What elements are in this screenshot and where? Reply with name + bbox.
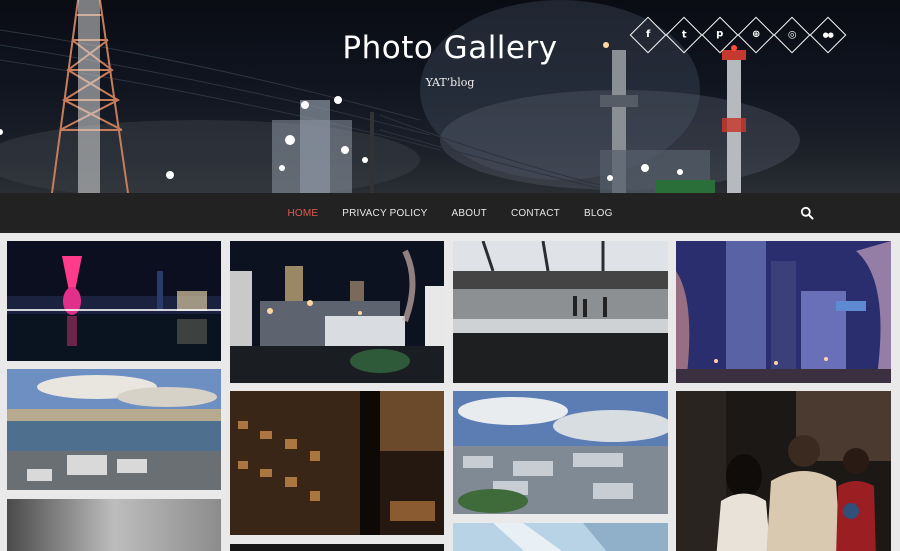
nav-item-blog[interactable]: BLOG — [572, 208, 625, 219]
photo-night-bay-skyline[interactable] — [7, 241, 221, 361]
photo-people-night-street[interactable] — [676, 391, 891, 551]
main-navigation: HOME PRIVACY POLICY ABOUT CONTACT BLOG — [0, 193, 900, 233]
nav-menu: HOME PRIVACY POLICY ABOUT CONTACT BLOG — [0, 193, 900, 233]
photo-city-street-night-lights[interactable] — [676, 241, 891, 383]
twitter-icon[interactable]: t — [665, 16, 703, 54]
dribbble-icon[interactable]: ⊕ — [737, 16, 775, 54]
nav-item-contact[interactable]: CONTACT — [499, 208, 572, 219]
photo-dark-night[interactable] — [230, 544, 444, 551]
hero-header: Photo Gallery YAT’blog f t p ⊕ ◎ ●● — [0, 0, 900, 193]
pinterest-glyph: p — [716, 28, 724, 40]
twitter-glyph: t — [681, 29, 687, 40]
nav-item-about[interactable]: ABOUT — [440, 208, 499, 219]
site-subtitle: YAT’blog — [425, 76, 475, 89]
flickr-icon[interactable]: ●● — [809, 16, 847, 54]
instagram-icon[interactable]: ◎ — [773, 16, 811, 54]
photo-aerial-city-clouds[interactable] — [453, 391, 668, 514]
photo-grey-wall[interactable] — [7, 499, 221, 551]
facebook-glyph: f — [645, 28, 651, 40]
photo-industrial-plant-night[interactable] — [230, 241, 444, 383]
search-icon[interactable] — [800, 206, 814, 220]
photo-glass-building[interactable] — [453, 523, 668, 551]
social-links: f t p ⊕ ◎ ●● — [629, 16, 847, 54]
photo-dark-cafe-interior[interactable] — [230, 391, 444, 535]
flickr-glyph: ●● — [822, 30, 834, 39]
instagram-glyph: ◎ — [787, 28, 797, 40]
facebook-icon[interactable]: f — [629, 16, 667, 54]
nav-item-home[interactable]: HOME — [275, 208, 330, 219]
nav-item-privacy-policy[interactable]: PRIVACY POLICY — [330, 208, 439, 219]
photo-gallery — [0, 233, 900, 551]
pinterest-icon[interactable]: p — [701, 16, 739, 54]
photo-aerial-harbor-view[interactable] — [7, 369, 221, 490]
photo-train-platform[interactable] — [453, 241, 668, 383]
dribbble-glyph: ⊕ — [751, 28, 761, 40]
